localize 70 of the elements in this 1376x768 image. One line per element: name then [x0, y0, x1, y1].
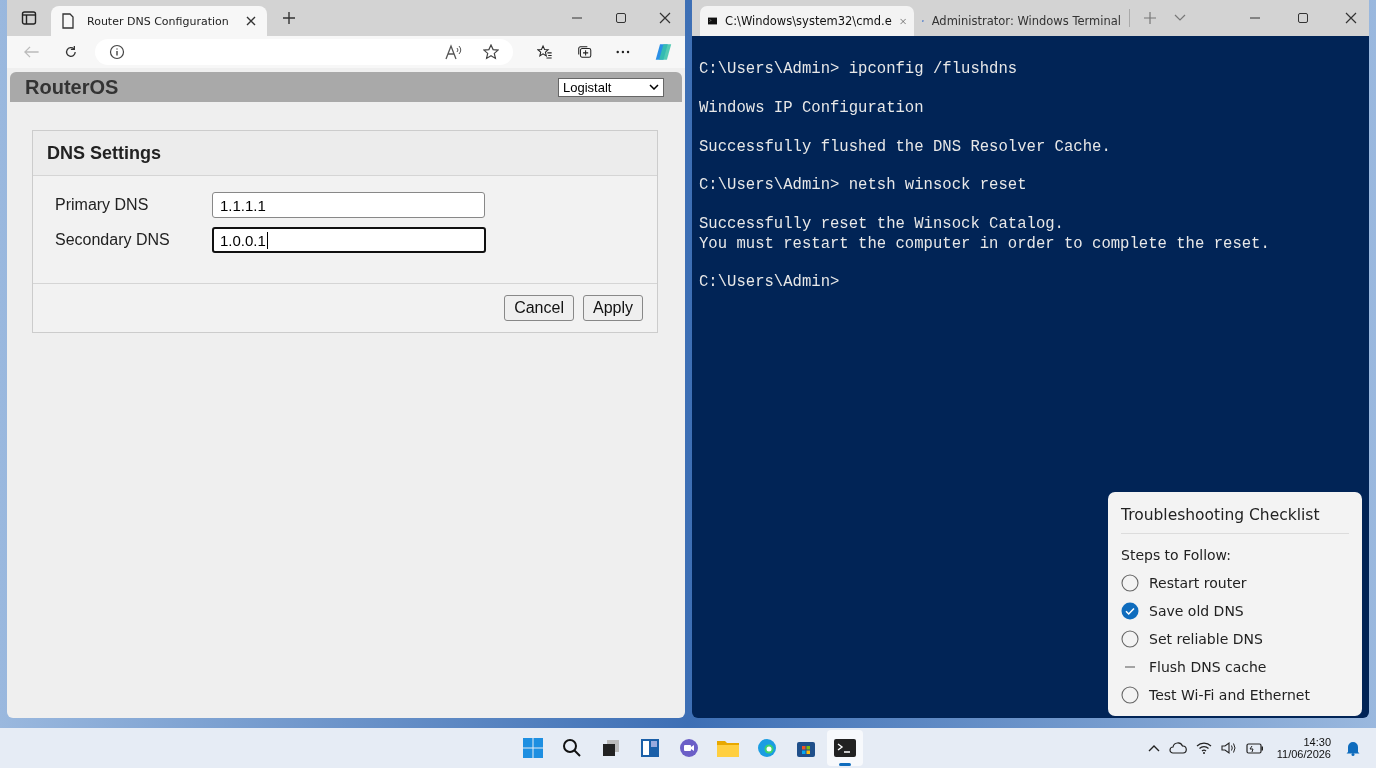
terminal-taskbar-button[interactable]	[826, 730, 863, 766]
browser-icon	[756, 738, 777, 758]
collections-icon[interactable]	[576, 44, 593, 60]
dropdown-icon[interactable]	[1174, 14, 1186, 22]
tab-title: C:\Windows\system32\cmd.e	[725, 14, 892, 28]
language-select[interactable]: Logistalt	[558, 77, 664, 97]
checkbox[interactable]	[1121, 630, 1139, 648]
checkbox[interactable]	[1121, 602, 1139, 620]
clock-date[interactable]: 11/06/2026	[1276, 748, 1331, 760]
close-icon[interactable]	[659, 12, 671, 24]
dash-icon	[1125, 666, 1135, 668]
card-title: DNS Settings	[47, 142, 161, 164]
clock-time[interactable]: 14:30	[1303, 736, 1331, 748]
windows-logo-icon	[522, 738, 543, 758]
console-icon	[708, 15, 718, 27]
console-line: C:\Users\Admin> netsh winsock reset	[699, 176, 1028, 196]
page-icon	[61, 13, 75, 29]
input-field[interactable]: 1.0.0.1	[212, 227, 486, 253]
read-aloud-icon[interactable]	[445, 44, 464, 60]
maximize-icon[interactable]	[615, 12, 627, 24]
video-chat-icon	[678, 738, 699, 758]
checklist-item: Flush DNS cache	[1149, 659, 1267, 675]
search-icon	[561, 738, 582, 758]
terminal-tab[interactable]: C:\Windows\system32\cmd.e	[700, 6, 914, 36]
terminal-icon	[833, 739, 856, 757]
battery-icon[interactable]	[1245, 742, 1264, 754]
cloud-icon[interactable]	[1168, 742, 1187, 754]
checklist-item: Test Wi-Fi and Ethernet	[1149, 687, 1310, 703]
checklist-subtitle: Steps to Follow:	[1121, 547, 1232, 563]
console-line: C:\Users\Admin>	[699, 273, 841, 293]
favorites-icon[interactable]	[537, 44, 553, 60]
checklist-item: Restart router	[1149, 575, 1247, 591]
form-button[interactable]: Apply	[582, 295, 643, 321]
wifi-icon[interactable]	[1195, 742, 1212, 754]
caret-icon	[649, 84, 659, 90]
maximize-icon[interactable]	[1297, 12, 1309, 24]
bell-icon[interactable]	[1346, 740, 1360, 756]
brand-title: RouterOS	[25, 75, 119, 99]
tab-title: Administrator: Windows Terminal	[931, 14, 1121, 28]
sidebar-icon[interactable]	[21, 10, 37, 26]
more-icon[interactable]	[616, 50, 631, 54]
close-icon[interactable]	[1345, 12, 1357, 24]
console-line: Successfully reset the Winsock Catalog.	[699, 215, 1065, 235]
console-line: C:\Users\Admin> ipconfig /flushdns	[699, 60, 1019, 80]
checklist-title: Troubleshooting Checklist	[1121, 506, 1349, 534]
console-line: You must restart the computer in order to complete the reset.	[699, 234, 1271, 254]
info-icon	[109, 44, 126, 60]
speaker-icon[interactable]	[1220, 741, 1237, 755]
console-line: Windows IP Configuration	[699, 98, 925, 119]
checklist-item: Save old DNS	[1149, 603, 1244, 619]
folder-icon	[716, 739, 739, 757]
chevron-up-icon[interactable]	[1147, 744, 1160, 752]
field-label: Primary DNS	[55, 196, 150, 214]
copilot-icon[interactable]	[654, 41, 673, 63]
refresh-icon[interactable]	[63, 44, 78, 60]
star-icon[interactable]	[483, 44, 500, 60]
terminal-tab[interactable]: Administrator: Windows Terminal	[914, 6, 1129, 36]
checkbox[interactable]	[1121, 686, 1139, 704]
checkbox[interactable]	[1121, 574, 1139, 592]
console-line: Successfully flushed the DNS Resolver Cache.	[699, 137, 1112, 157]
form-button[interactable]: Cancel	[504, 295, 574, 321]
tab-title: Router DNS Configuration	[87, 14, 230, 28]
browser-tab[interactable]: Router DNS Configuration	[51, 6, 267, 36]
checklist-item: Set reliable DNS	[1149, 631, 1263, 647]
field-label: Secondary DNS	[55, 231, 171, 249]
task-view-icon	[600, 738, 621, 758]
close-icon[interactable]	[245, 15, 257, 27]
input-field[interactable]: 1.1.1.1	[212, 192, 485, 218]
new-tab-icon[interactable]	[281, 10, 297, 26]
widgets-icon	[639, 738, 660, 758]
